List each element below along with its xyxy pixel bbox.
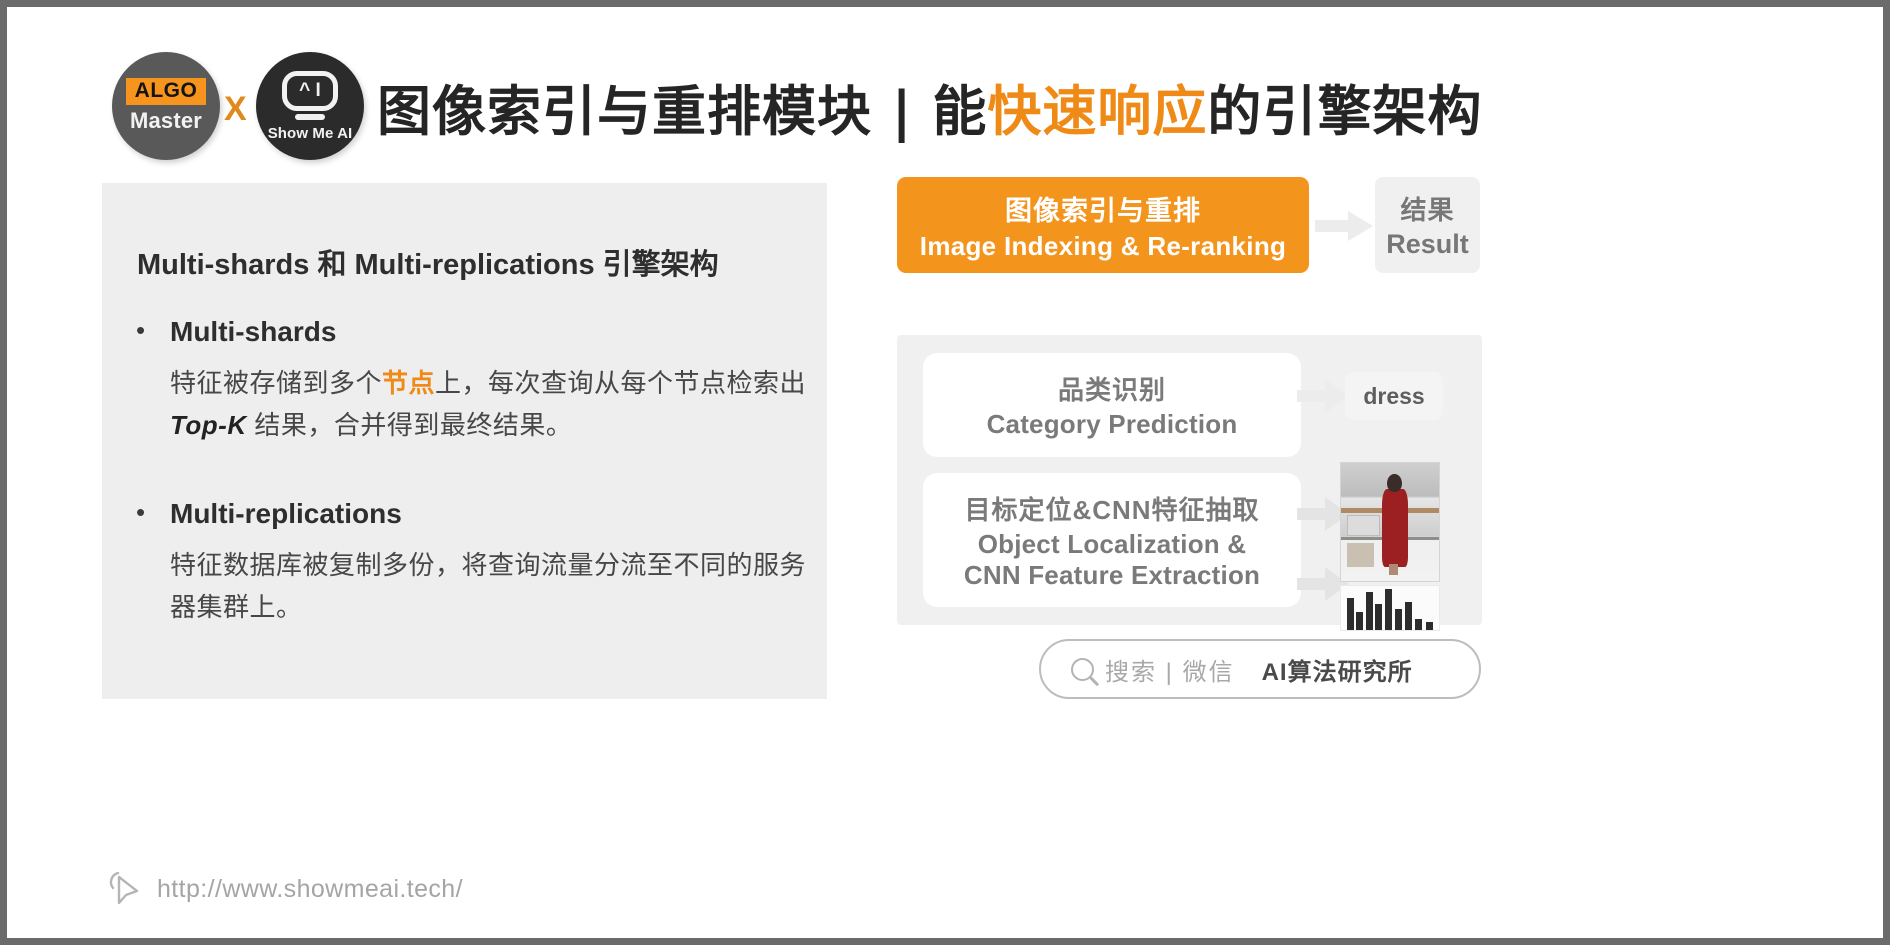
slide-header: ALGO Master X ^ I Show Me AI 图像索引与重排模块 |… <box>7 7 1883 172</box>
algomaster-tag: ALGO <box>125 78 207 105</box>
wechat-search-bar[interactable]: 搜索 | 微信 AI算法研究所 <box>1039 639 1481 699</box>
robot-base-icon <box>295 113 325 120</box>
footer: http://www.showmeai.tech/ <box>107 869 463 909</box>
feature-histogram-thumbnail <box>1340 585 1440 631</box>
left-content-panel: Multi-shards 和 Multi-replications 引擎架构 •… <box>102 183 827 699</box>
algomaster-logo: ALGO Master <box>112 52 220 160</box>
category-prediction-cn: 品类识别 <box>1057 375 1166 405</box>
result-box: 结果 Result <box>1375 177 1480 273</box>
page-title: 图像索引与重排模块 | 能快速响应的引擎架构 <box>377 67 1482 146</box>
left-panel-heading: Multi-shards 和 Multi-replications 引擎架构 <box>137 249 719 281</box>
category-prediction-card: 品类识别 Category Prediction <box>923 353 1301 457</box>
category-prediction-en: Category Prediction <box>986 409 1238 439</box>
algomaster-label: Master <box>129 107 203 133</box>
pipeline-top-row: 图像索引与重排 Image Indexing & Re-ranking 结果 R… <box>897 177 1802 277</box>
showmeai-logo: ^ I Show Me AI <box>256 52 364 160</box>
bullet-body-pre: 特征被存储到多个 <box>170 368 383 398</box>
logo-x-glyph: X <box>224 90 247 128</box>
bullet-body: 特征被存储到多个节点上，每次查询从每个节点检索出 Top-K 结果，合并得到最终… <box>170 362 812 446</box>
slide-canvas: ALGO Master X ^ I Show Me AI 图像索引与重排模块 |… <box>0 0 1890 945</box>
photo-model-legs <box>1389 564 1398 576</box>
search-icon <box>1071 657 1094 681</box>
photo-red-dress <box>1382 488 1408 567</box>
object-localization-en-line1: Object Localization & <box>977 528 1247 559</box>
bullet-item-multi-shards: • Multi-shards 特征被存储到多个节点上，每次查询从每个节点检索出 … <box>132 316 812 446</box>
bullet-title: Multi-replications <box>170 498 402 529</box>
photo-storefront <box>1346 514 1381 537</box>
object-localization-en-line2: CNN Feature Extraction <box>963 559 1261 590</box>
result-en: Result <box>1386 229 1469 259</box>
footer-url[interactable]: http://www.showmeai.tech/ <box>157 875 463 904</box>
image-indexing-box: 图像索引与重排 Image Indexing & Re-ranking <box>897 177 1309 273</box>
dress-output-chip: dress <box>1345 372 1443 420</box>
object-localization-card: 目标定位&CNN特征抽取 Object Localization & CNN F… <box>923 473 1301 607</box>
bullet-marker: • <box>136 497 146 527</box>
bullet-body-bold: Top-K <box>170 410 247 441</box>
bullet-body-post: 结果，合并得到最终结果。 <box>246 410 573 441</box>
showmeai-label: Show Me AI <box>267 124 353 142</box>
image-indexing-cn: 图像索引与重排 <box>1005 195 1201 226</box>
logo-x-separator: X <box>224 90 247 129</box>
page-title-highlight: 快速响应 <box>987 80 1208 143</box>
robot-eyes: ^ I <box>299 80 321 101</box>
robot-icon: ^ I <box>282 70 338 111</box>
cursor-icon <box>109 871 139 905</box>
image-indexing-en: Image Indexing & Re-ranking <box>919 230 1287 261</box>
bullet-body-highlight: 节点 <box>382 368 436 398</box>
page-title-part2: 的引擎架构 <box>1207 80 1483 143</box>
wechat-account-name: AI算法研究所 <box>1261 658 1413 686</box>
bullet-body: 特征数据库被复制多份，将查询流量分流至不同的服务器集群上。 <box>170 550 807 623</box>
arrow-right-icon <box>1315 211 1373 241</box>
bullet-title: Multi-shards <box>170 316 337 347</box>
search-hint-label: 搜索 | 微信 <box>1105 658 1235 686</box>
arrow-right-icon <box>1297 379 1349 413</box>
result-cn: 结果 <box>1400 195 1455 225</box>
object-localization-cn: 目标定位&CNN特征抽取 <box>964 494 1260 525</box>
bullet-item-multi-replications: • Multi-replications 特征数据库被复制多份，将查询流量分流至… <box>132 498 812 628</box>
bullet-marker: • <box>136 315 146 345</box>
photo-storefront-lower <box>1346 543 1375 567</box>
product-photo-thumbnail <box>1340 462 1440 582</box>
bullet-body-mid: 上，每次查询从每个节点检索出 <box>435 368 807 398</box>
right-diagram-panel: 图像索引与重排 Image Indexing & Re-ranking 结果 R… <box>897 177 1802 277</box>
photo-model-head <box>1387 473 1402 493</box>
page-title-part1: 图像索引与重排模块 | 能 <box>377 80 988 143</box>
